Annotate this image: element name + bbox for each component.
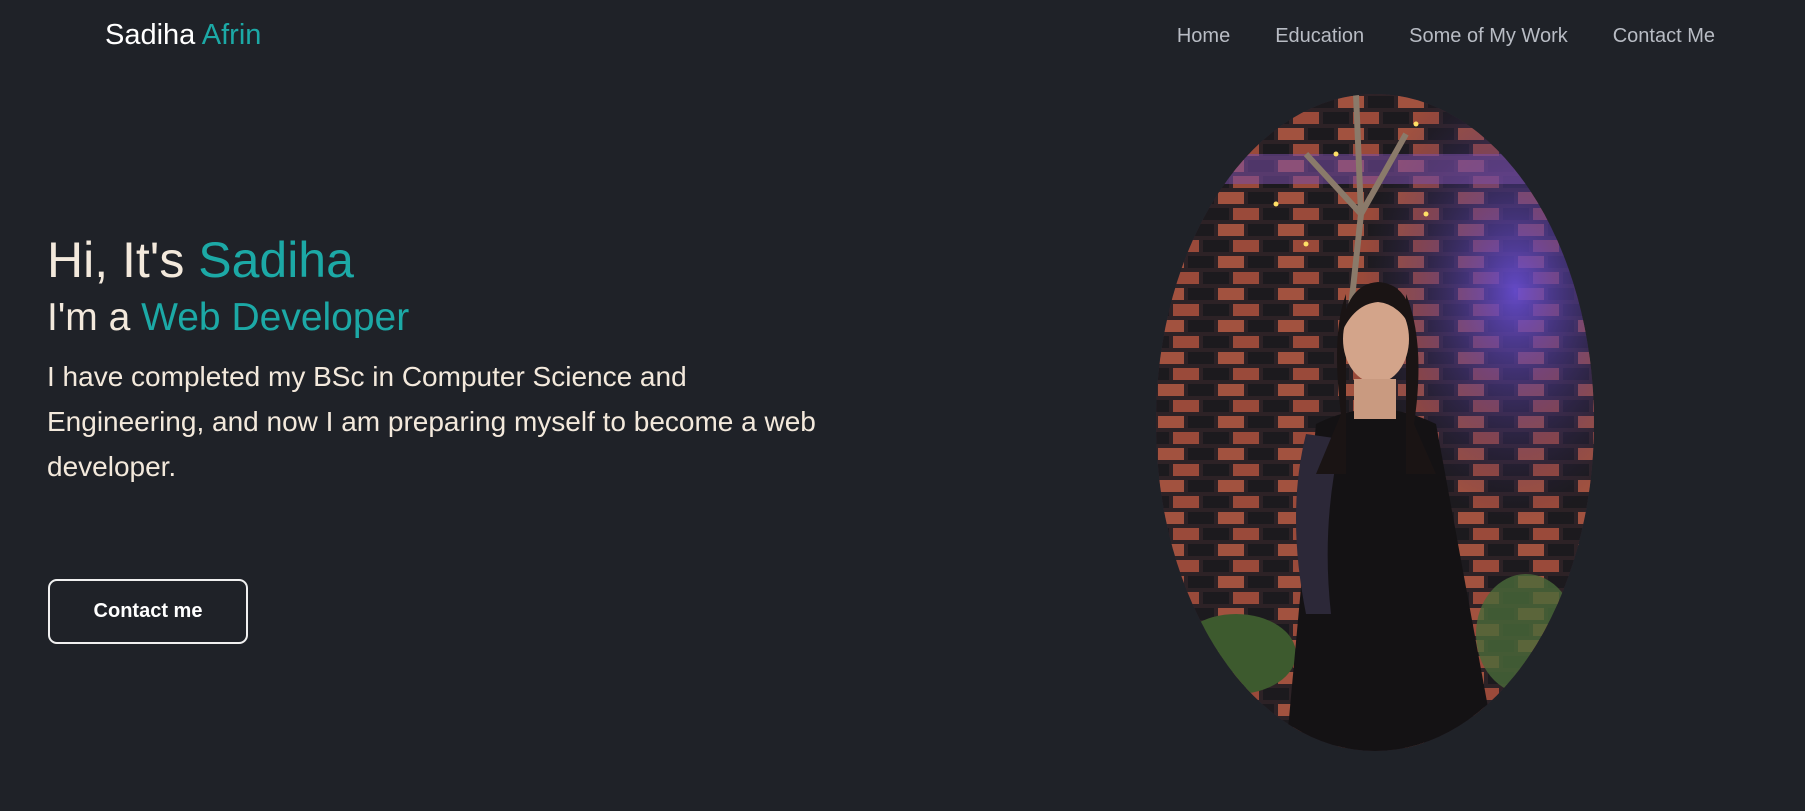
nav-link-home[interactable]: Home: [1177, 22, 1230, 50]
greeting-name: Sadiha: [198, 232, 354, 288]
nav-link-work[interactable]: Some of My Work: [1409, 22, 1568, 50]
hero-bio: I have completed my BSc in Computer Scie…: [47, 361, 816, 482]
nav-link-education[interactable]: Education: [1275, 22, 1364, 50]
brand-logo[interactable]: Sadiha Afrin: [105, 17, 261, 53]
hero-section: Hi, It's Sadiha I'm a Web Developer I ha…: [47, 228, 847, 489]
greeting-prefix: Hi, It's: [47, 232, 199, 288]
hero-role: I'm a Web Developer: [47, 292, 847, 344]
contact-me-button[interactable]: Contact me: [48, 579, 248, 644]
hero-greeting: Hi, It's Sadiha: [47, 228, 847, 292]
brand-first-name: Sadiha: [105, 19, 196, 51]
role-title: Web Developer: [141, 296, 410, 339]
profile-photo: [1156, 94, 1594, 751]
role-prefix: I'm a: [47, 296, 142, 339]
navbar: Sadiha Afrin Home Education Some of My W…: [0, 0, 1805, 72]
brand-last-name: Afrin: [201, 19, 262, 51]
nav-link-contact[interactable]: Contact Me: [1613, 22, 1715, 50]
nav-links: Home Education Some of My Work Contact M…: [1177, 22, 1715, 50]
